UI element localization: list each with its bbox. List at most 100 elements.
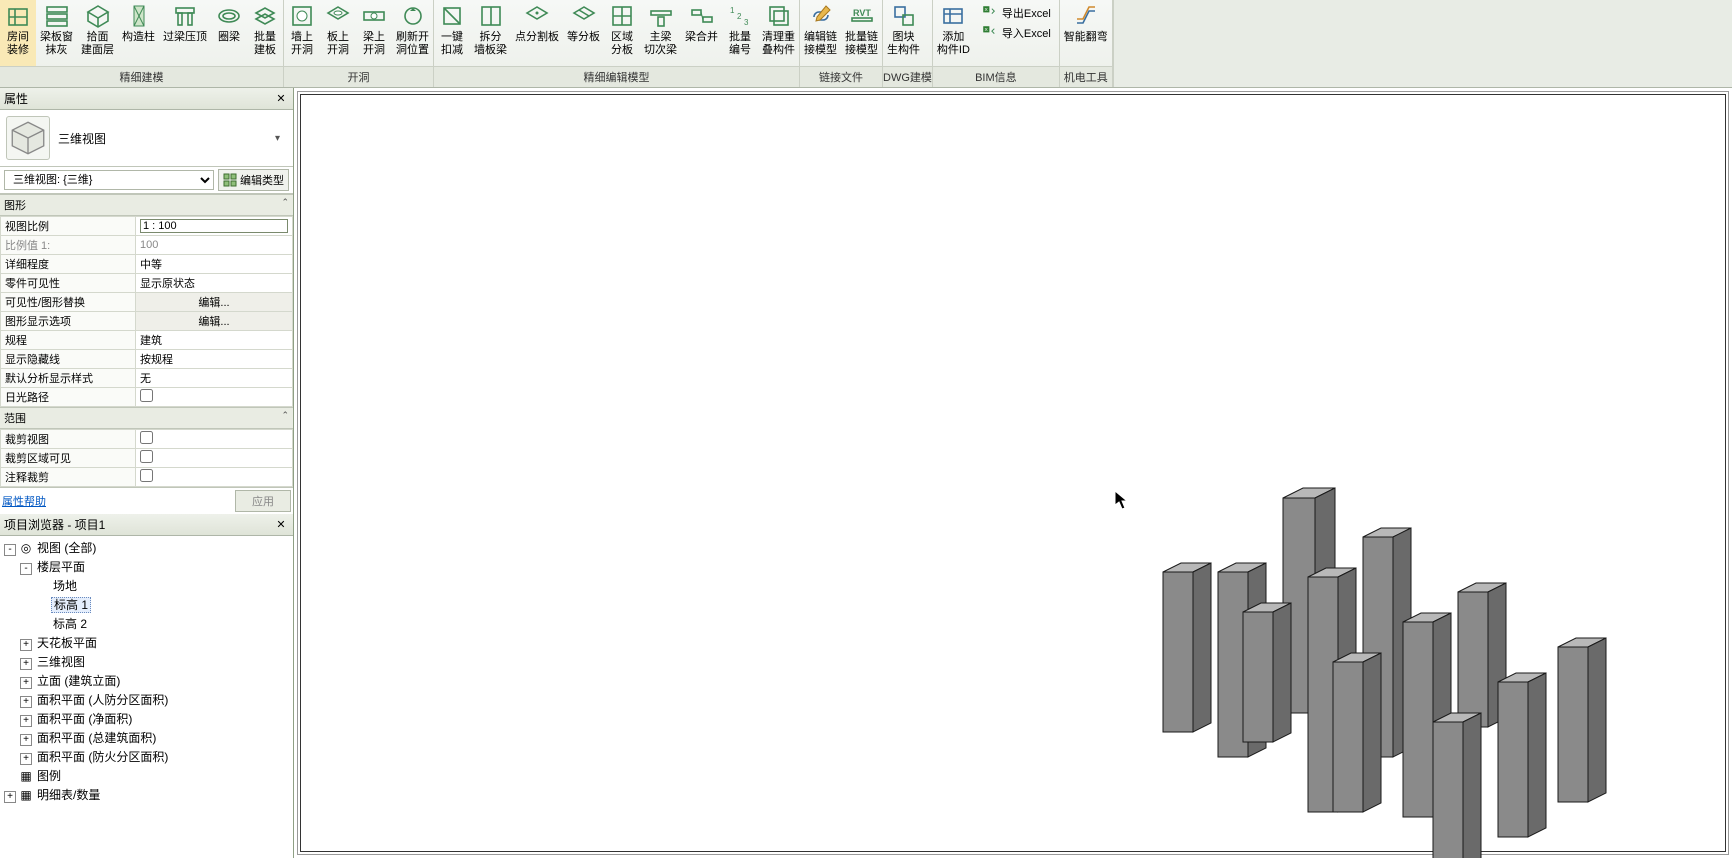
ribbon-button[interactable]: 编辑链 接模型 — [800, 0, 841, 66]
property-input[interactable] — [140, 219, 288, 233]
ribbon-button[interactable]: 房间 装修 — [0, 0, 36, 66]
ribbon-button[interactable]: 构造柱 — [118, 0, 159, 66]
property-checkbox[interactable] — [140, 469, 153, 482]
tree-label[interactable]: 天花板平面 — [35, 636, 99, 650]
property-input[interactable] — [140, 372, 288, 384]
property-input[interactable] — [140, 258, 288, 270]
tree-toggle[interactable]: + — [4, 791, 16, 803]
tree-label[interactable]: 面积平面 (防火分区面积) — [35, 750, 170, 764]
close-icon[interactable]: ✕ — [273, 517, 289, 533]
tree-node[interactable]: -◎视图 (全部) — [0, 538, 293, 557]
property-input[interactable] — [140, 334, 288, 346]
property-value — [136, 369, 293, 388]
ribbon-button[interactable]: 梁合并 — [681, 0, 722, 66]
tree-toggle[interactable]: + — [20, 677, 32, 689]
tree-label[interactable]: 三维视图 — [35, 655, 87, 669]
tree-label[interactable]: 面积平面 (净面积) — [35, 712, 134, 726]
ribbon-button[interactable]: 板上 开洞 — [320, 0, 356, 66]
property-category-header[interactable]: 图形⌃ — [0, 194, 293, 216]
tree-node[interactable]: 场地 — [0, 576, 293, 595]
properties-help-link[interactable]: 属性帮助 — [2, 493, 46, 509]
ribbon-side-button[interactable]: X导入Excel — [980, 24, 1053, 42]
collapse-icon[interactable]: ⌃ — [281, 410, 289, 426]
ribbon-button-label: 梁合并 — [685, 31, 718, 44]
type-selector[interactable]: 三维视图 ▾ — [0, 110, 293, 167]
ribbon-group-label: DWG建模 — [883, 66, 932, 87]
project-browser[interactable]: -◎视图 (全部)-楼层平面场地标高 1标高 2+天花板平面+三维视图+立面 (… — [0, 536, 293, 858]
tree-toggle[interactable]: + — [20, 715, 32, 727]
tree-node[interactable]: ▦图例 — [0, 766, 293, 785]
property-edit-button[interactable]: 编辑... — [136, 293, 293, 312]
tree-node[interactable]: +面积平面 (防火分区面积) — [0, 747, 293, 766]
ribbon-button[interactable]: RVT批量链 接模型 — [841, 0, 882, 66]
ribbon-button[interactable]: 圈梁 — [211, 0, 247, 66]
tree-label[interactable]: 图例 — [35, 769, 63, 783]
tree-node[interactable]: +面积平面 (总建筑面积) — [0, 728, 293, 747]
ribbon-button[interactable]: 一键 扣减 — [434, 0, 470, 66]
tree-node[interactable]: +天花板平面 — [0, 633, 293, 652]
close-icon[interactable]: ✕ — [273, 91, 289, 107]
property-input[interactable] — [140, 277, 288, 289]
ribbon-button[interactable]: 添加 构件ID — [933, 0, 974, 66]
tree-node[interactable]: +三维视图 — [0, 652, 293, 671]
viewport-3d[interactable] — [294, 88, 1732, 858]
apply-button[interactable]: 应用 — [235, 490, 291, 512]
tree-node[interactable]: +面积平面 (净面积) — [0, 709, 293, 728]
tree-label[interactable]: 视图 (全部) — [35, 541, 98, 555]
ribbon-button[interactable]: 主梁 切次梁 — [640, 0, 681, 66]
tree-toggle[interactable]: + — [20, 696, 32, 708]
type-dropdown-arrow[interactable]: ▾ — [275, 133, 287, 144]
ribbon-button[interactable]: 清理重 叠构件 — [758, 0, 799, 66]
tree-label[interactable]: 面积平面 (总建筑面积) — [35, 731, 158, 745]
tree-label[interactable]: 明细表/数量 — [35, 788, 102, 802]
ribbon-button[interactable]: 123批量 编号 — [722, 0, 758, 66]
ribbon-button[interactable]: 过梁压顶 — [159, 0, 211, 66]
property-checkbox[interactable] — [140, 389, 153, 402]
ribbon-button[interactable]: 点分割板 — [511, 0, 563, 66]
property-edit-button[interactable]: 编辑... — [136, 312, 293, 331]
property-checkbox[interactable] — [140, 450, 153, 463]
ribbon-button[interactable]: 拆分 墙板梁 — [470, 0, 511, 66]
ribbon-button[interactable]: 图块 生构件 — [883, 0, 924, 66]
ribbon-side-button[interactable]: X导出Excel — [980, 4, 1053, 22]
ribbon-button-label: 批量 编号 — [729, 31, 751, 57]
tree-node[interactable]: +立面 (建筑立面) — [0, 671, 293, 690]
ribbon-button[interactable]: 区域 分板 — [604, 0, 640, 66]
ribbon-button[interactable]: 刷新开 洞位置 — [392, 0, 433, 66]
tree-label[interactable]: 楼层平面 — [35, 560, 87, 574]
tree-node[interactable]: 标高 1 — [0, 595, 293, 614]
ribbon-button[interactable]: 批量 建板 — [247, 0, 283, 66]
property-row: 默认分析显示样式 — [1, 369, 293, 388]
property-input[interactable] — [140, 353, 288, 365]
tree-node[interactable]: +面积平面 (人防分区面积) — [0, 690, 293, 709]
tree-toggle[interactable]: - — [20, 563, 32, 575]
property-checkbox[interactable] — [140, 431, 153, 444]
edit-type-button[interactable]: 编辑类型 — [218, 169, 289, 191]
tree-toggle[interactable]: + — [20, 753, 32, 765]
tree-toggle[interactable]: + — [20, 658, 32, 670]
ribbon-button[interactable]: 梁板窗 抹灰 — [36, 0, 77, 66]
tree-label[interactable]: 场地 — [51, 579, 79, 593]
collapse-icon[interactable]: ⌃ — [281, 197, 289, 213]
tree-node[interactable]: -楼层平面 — [0, 557, 293, 576]
tree-node[interactable]: +▦明细表/数量 — [0, 785, 293, 804]
ribbon-button-label: 梁上 开洞 — [363, 31, 385, 57]
ribbon-button[interactable]: 墙上 开洞 — [284, 0, 320, 66]
tree-toggle[interactable]: + — [20, 639, 32, 651]
tree-label[interactable]: 面积平面 (人防分区面积) — [35, 693, 170, 707]
tree-label[interactable]: 立面 (建筑立面) — [35, 674, 122, 688]
ribbon-button[interactable]: 智能翻弯 — [1060, 0, 1112, 66]
property-value — [136, 350, 293, 369]
tree-toggle[interactable]: + — [20, 734, 32, 746]
lintel-icon — [171, 2, 199, 30]
wall-hole-icon — [288, 2, 316, 30]
tree-toggle[interactable]: - — [4, 544, 16, 556]
tree-node[interactable]: 标高 2 — [0, 614, 293, 633]
property-category-header[interactable]: 范围⌃ — [0, 407, 293, 429]
tree-label[interactable]: 标高 1 — [51, 597, 91, 613]
ribbon-button[interactable]: 等分板 — [563, 0, 604, 66]
instance-select[interactable]: 三维视图: {三维} — [4, 170, 214, 190]
tree-label[interactable]: 标高 2 — [51, 617, 89, 631]
ribbon-button[interactable]: 梁上 开洞 — [356, 0, 392, 66]
ribbon-button[interactable]: 拾面 建面层 — [77, 0, 118, 66]
